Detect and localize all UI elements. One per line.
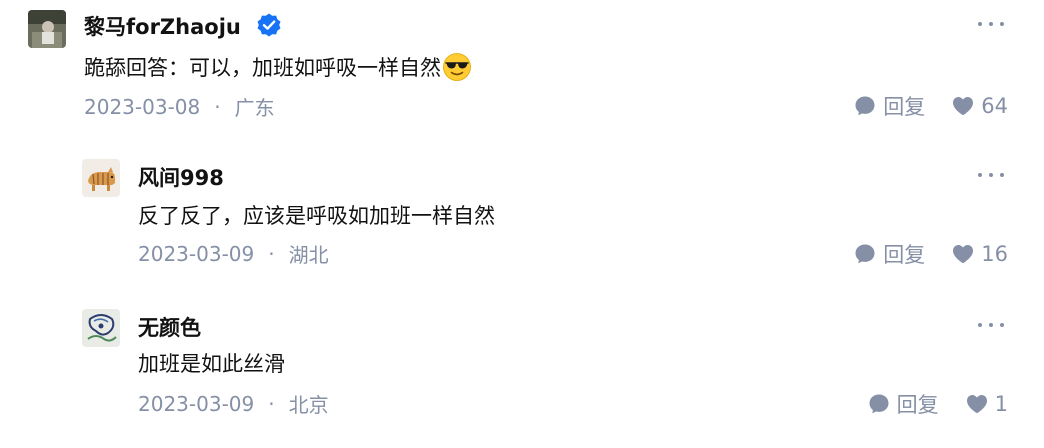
comment-icon — [869, 394, 889, 414]
reply-button[interactable]: 回复 — [853, 239, 925, 269]
heart-icon — [966, 395, 987, 413]
comment-content: 反了反了，应该是呼吸如加班一样自然 — [138, 200, 495, 230]
comment: 黎马forZhaoju 跪舔回答：可以，加班如呼吸一样自然 2023-03-08… — [0, 0, 1044, 140]
comment-actions: 回复 64 — [853, 91, 1008, 121]
comment-location: 北京 — [288, 393, 329, 417]
comment-location: 广东 — [234, 96, 275, 120]
avatar[interactable] — [28, 10, 66, 48]
comment-text: 加班是如此丝滑 — [138, 352, 285, 376]
like-button[interactable]: 1 — [965, 392, 1008, 416]
reply-label: 回复 — [883, 95, 926, 119]
author-name[interactable]: 无颜色 — [138, 312, 201, 342]
comment-date: 2023-03-09 — [138, 391, 255, 416]
reply-label: 回复 — [883, 243, 926, 267]
heart-icon — [953, 97, 974, 115]
reply-label: 回复 — [896, 393, 939, 417]
meta-separator: · — [268, 391, 275, 416]
verified-icon — [257, 13, 281, 37]
reply-button[interactable]: 回复 — [867, 389, 939, 419]
comment-icon — [855, 244, 875, 264]
more-icon[interactable] — [978, 17, 1004, 31]
comment-text: 跪舔回答：可以，加班如呼吸一样自然 — [84, 56, 441, 80]
comment: 无颜色 加班是如此丝滑 2023-03-09 · 北京 回复 1 — [0, 298, 1044, 448]
comment-actions: 回复 1 — [867, 389, 1008, 419]
heart-icon — [953, 245, 974, 263]
reply-button[interactable]: 回复 — [853, 91, 925, 121]
like-count: 16 — [981, 242, 1008, 266]
comment-content: 加班是如此丝滑 — [138, 348, 285, 378]
more-icon[interactable] — [978, 318, 1004, 332]
comment-text: 反了反了，应该是呼吸如加班一样自然 — [138, 204, 495, 228]
like-count: 1 — [994, 392, 1008, 416]
comment-icon — [855, 96, 875, 116]
like-count: 64 — [981, 94, 1008, 118]
comment-meta: 2023-03-09 · 北京 — [138, 389, 329, 418]
more-icon[interactable] — [978, 168, 1004, 182]
comment-thread: 黎马forZhaoju 跪舔回答：可以，加班如呼吸一样自然 2023-03-08… — [0, 0, 1044, 448]
author-name[interactable]: 风间998 — [138, 162, 224, 192]
comment: 风间998 反了反了，应该是呼吸如加班一样自然 2023-03-09 · 湖北 … — [0, 148, 1044, 288]
comment-date: 2023-03-08 — [84, 94, 201, 119]
comment-meta: 2023-03-09 · 湖北 — [138, 239, 329, 268]
avatar[interactable] — [82, 159, 120, 197]
comment-actions: 回复 16 — [853, 239, 1008, 269]
like-button[interactable]: 16 — [951, 242, 1008, 266]
comment-date: 2023-03-09 — [138, 241, 255, 266]
like-button[interactable]: 64 — [951, 94, 1008, 118]
avatar[interactable] — [82, 309, 120, 347]
meta-separator: · — [214, 94, 221, 119]
comment-meta: 2023-03-08 · 广东 — [84, 92, 275, 121]
comment-location: 湖北 — [288, 243, 329, 267]
comment-content: 跪舔回答：可以，加班如呼吸一样自然 — [84, 52, 472, 82]
sunglasses-emoji — [443, 53, 471, 81]
meta-separator: · — [268, 241, 275, 266]
author-name[interactable]: 黎马forZhaoju — [84, 11, 241, 41]
